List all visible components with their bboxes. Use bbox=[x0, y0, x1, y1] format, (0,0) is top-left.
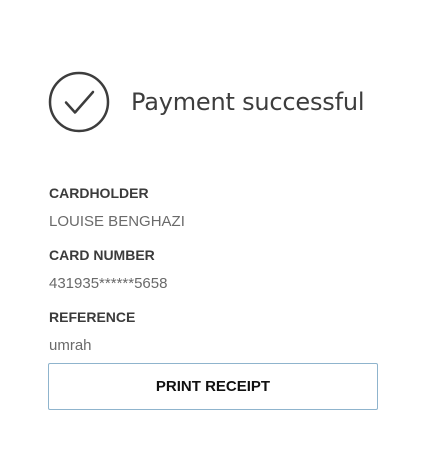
cardholder-value: LOUISE BENGHAZI bbox=[49, 213, 185, 230]
reference-label: REFERENCE bbox=[49, 309, 136, 325]
card-number-label: CARD NUMBER bbox=[49, 247, 155, 263]
payment-status: Payment successful bbox=[48, 71, 365, 133]
reference-field: REFERENCE umrah bbox=[49, 309, 379, 371]
reference-value: umrah bbox=[49, 337, 92, 354]
print-receipt-button[interactable]: PRINT RECEIPT bbox=[48, 363, 378, 410]
cardholder-label: CARDHOLDER bbox=[49, 185, 149, 201]
cardholder-field: CARDHOLDER LOUISE BENGHAZI bbox=[49, 185, 379, 247]
status-title: Payment successful bbox=[131, 88, 365, 116]
card-number-value: 431935******5658 bbox=[49, 275, 168, 292]
card-number-field: CARD NUMBER 431935******5658 bbox=[49, 247, 379, 309]
check-circle-icon bbox=[48, 71, 110, 133]
payment-details: CARDHOLDER LOUISE BENGHAZI CARD NUMBER 4… bbox=[49, 185, 379, 371]
